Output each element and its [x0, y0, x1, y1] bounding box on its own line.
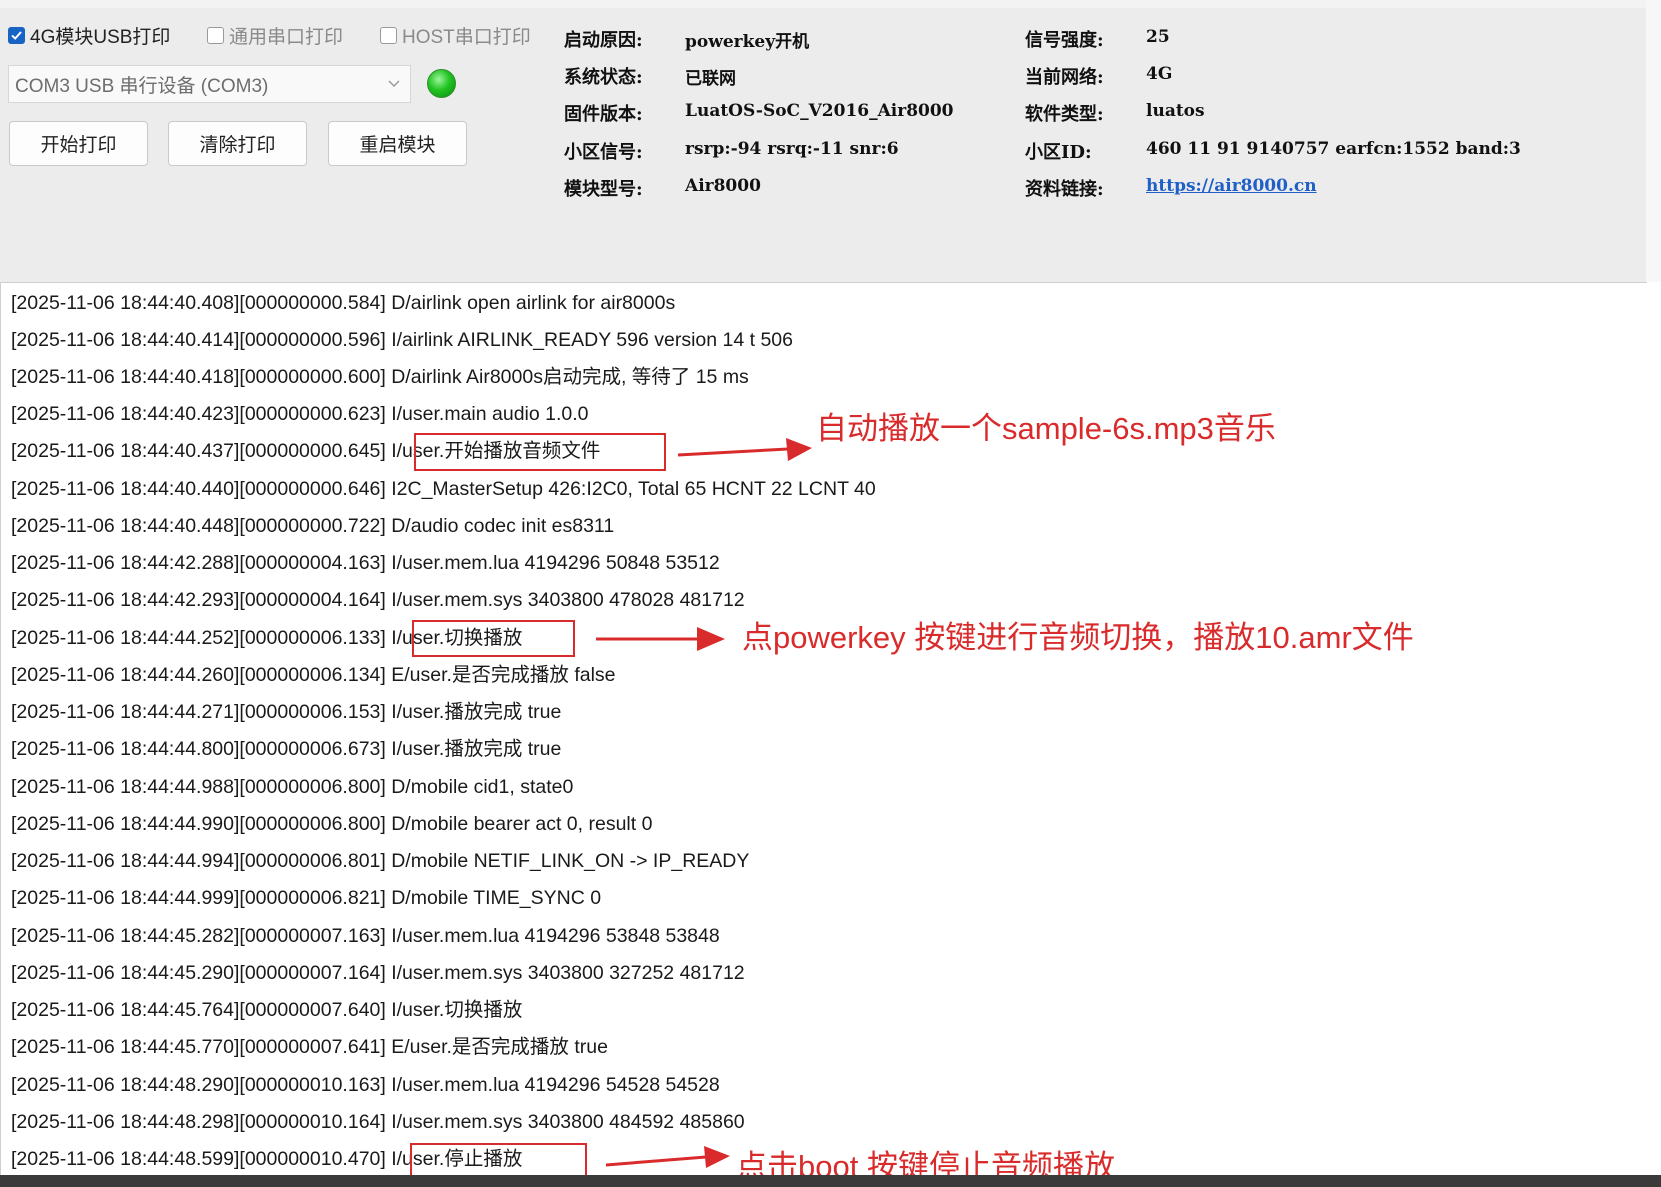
log-line: [2025-11-06 18:44:44.260][000000006.134]… [11, 664, 616, 686]
log-line: [2025-11-06 18:44:45.764][000000007.640]… [11, 999, 523, 1021]
software-type-label: 软件类型: [1025, 104, 1104, 125]
log-line: [2025-11-06 18:44:42.288][000000004.163]… [11, 552, 720, 574]
log-line: [2025-11-06 18:44:48.298][000000010.164]… [11, 1111, 745, 1133]
log-line: [2025-11-06 18:44:44.271][000000006.153]… [11, 701, 562, 723]
log-line: [2025-11-06 18:44:44.994][000000006.801]… [11, 850, 750, 872]
docs-link[interactable]: https://air8000.cn [1146, 176, 1317, 196]
cell-signal-label: 小区信号: [564, 142, 643, 163]
arrow-right-icon [605, 1146, 730, 1168]
taskbar-strip [0, 1175, 1661, 1187]
arrow-right-icon [596, 627, 725, 651]
signal-strength-label: 信号强度: [1025, 30, 1104, 51]
chevron-down-icon [386, 75, 402, 97]
log-line: [2025-11-06 18:44:48.290][000000010.163]… [11, 1074, 720, 1096]
log-line: [2025-11-06 18:44:44.800][000000006.673]… [11, 738, 562, 760]
log-line: [2025-11-06 18:44:42.293][000000004.164]… [11, 589, 745, 611]
start-print-button[interactable]: 开始打印 [9, 121, 148, 166]
checkbox-label: 4G模块USB打印 [30, 27, 171, 48]
software-type-value: luatos [1146, 101, 1205, 121]
cell-id-label: 小区ID: [1025, 142, 1092, 163]
port-select-value: COM3 USB 串行设备 (COM3) [15, 75, 269, 97]
log-line: [2025-11-06 18:44:44.990][000000006.800]… [11, 813, 653, 835]
checkbox-generic-serial-print[interactable]: 通用串口打印 [207, 22, 343, 49]
system-status-label: 系统状态: [564, 67, 643, 88]
checkbox-unchecked-icon [380, 27, 397, 44]
log-line: [2025-11-06 18:44:40.408][000000000.584]… [11, 292, 676, 314]
log-line: [2025-11-06 18:44:45.282][000000007.163]… [11, 925, 720, 947]
annotation-stop-audio: 点击boot 按键停止音频播放 [736, 1149, 1115, 1176]
checkbox-host-serial-print[interactable]: HOST串口打印 [380, 22, 531, 49]
panel-edge [1646, 0, 1661, 282]
log-line: [2025-11-06 18:44:40.418][000000000.600]… [11, 366, 749, 388]
log-line: [2025-11-06 18:44:44.999][000000006.821]… [11, 887, 602, 909]
log-line: [2025-11-06 18:44:40.414][000000000.596]… [11, 329, 793, 351]
log-line: [2025-11-06 18:44:40.423][000000000.623]… [11, 403, 589, 425]
highlight-box [410, 1143, 587, 1176]
checkbox-unchecked-icon [207, 27, 224, 44]
log-line: [2025-11-06 18:44:45.770][000000007.641]… [11, 1036, 608, 1058]
arrow-right-icon [677, 438, 812, 461]
log-line: [2025-11-06 18:44:44.988][000000006.800]… [11, 776, 574, 798]
boot-reason-value: powerkey开机 [685, 32, 810, 52]
connection-status-led [427, 69, 456, 98]
cell-id-value: 460 11 91 9140757 earfcn:1552 band:3 [1146, 139, 1521, 159]
module-model-value: Air8000 [685, 176, 761, 196]
firmware-version-value: LuatOS-SoC_V2016_Air8000 [685, 101, 954, 121]
annotation-switch-audio: 点powerkey 按键进行音频切换，播放10.amr文件 [742, 620, 1414, 655]
checkbox-checked-icon [8, 27, 25, 44]
current-network-value: 4G [1146, 64, 1173, 84]
log-line: [2025-11-06 18:44:40.440][000000000.646]… [11, 478, 876, 500]
checkbox-label: HOST串口打印 [402, 27, 531, 48]
system-status-value: 已联网 [685, 69, 736, 89]
port-select[interactable]: COM3 USB 串行设备 (COM3) [8, 65, 411, 103]
highlight-box [412, 620, 575, 657]
log-line: [2025-11-06 18:44:40.448][000000000.722]… [11, 515, 615, 537]
annotation-autoplay: 自动播放一个sample-6s.mp3音乐 [816, 411, 1276, 446]
log-line: [2025-11-06 18:44:45.290][000000007.164]… [11, 962, 745, 984]
checkbox-label: 通用串口打印 [229, 27, 344, 48]
docs-link-label: 资料链接: [1025, 179, 1104, 200]
cell-signal-value: rsrp:-94 rsrq:-11 snr:6 [685, 139, 899, 159]
boot-reason-label: 启动原因: [564, 30, 643, 51]
current-network-label: 当前网络: [1025, 67, 1104, 88]
module-model-label: 模块型号: [564, 179, 643, 200]
log-output[interactable]: [2025-11-06 18:44:40.408][000000000.584]… [0, 282, 1647, 1176]
highlight-box [414, 433, 666, 471]
signal-strength-value: 25 [1146, 27, 1170, 47]
checkbox-4g-usb-print[interactable]: 4G模块USB打印 [8, 22, 170, 49]
firmware-version-label: 固件版本: [564, 104, 643, 125]
restart-module-button[interactable]: 重启模块 [328, 121, 467, 166]
clear-print-button[interactable]: 清除打印 [168, 121, 307, 166]
